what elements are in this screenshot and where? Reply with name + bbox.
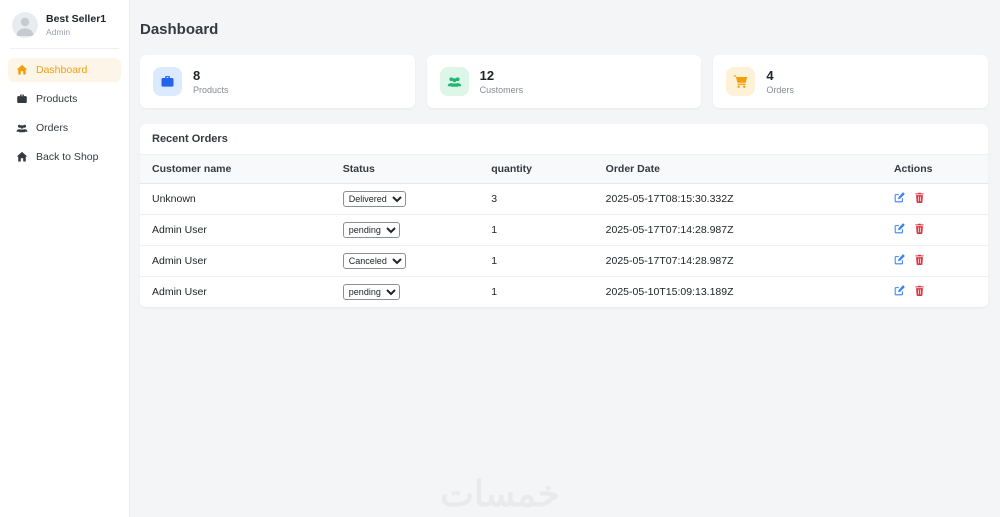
quantity-cell: 1 (479, 214, 594, 246)
edit-icon (894, 285, 905, 296)
status-select[interactable]: Delivered (342, 191, 406, 207)
sidebar: Best Seller1 Admin Dashboard Products Orde… (0, 0, 130, 517)
sidebar-item-label: Dashboard (36, 64, 88, 76)
edit-order-button[interactable] (894, 223, 905, 234)
trash-icon (914, 192, 925, 203)
sidebar-nav: Dashboard Products Orders Back to Shop (8, 58, 121, 169)
quantity-cell: 1 (491, 286, 498, 298)
order-date-cell: 2025-05-10T15:09:13.189Z (605, 286, 734, 298)
cart-icon (726, 67, 756, 96)
sidebar-item-products[interactable]: Products (8, 87, 121, 111)
stat-card-customers: 12 Customers (426, 55, 702, 108)
edit-icon (894, 223, 905, 234)
orders-table: Customer name Status quantity Order Date Act… (140, 155, 988, 307)
recent-orders-card: Recent Orders Customer name Status quantit… (140, 124, 988, 307)
status-select[interactable]: Canceled (342, 253, 406, 269)
sidebar-item-back-to-shop[interactable]: Back to Shop (8, 145, 121, 169)
user-name: Best Seller1 (46, 12, 107, 25)
order-date-cell: 2025-05-17T08:15:30.332Z (593, 183, 882, 215)
delete-order-button[interactable] (914, 254, 925, 265)
edit-order-button[interactable] (894, 254, 905, 265)
delete-order-button[interactable] (914, 192, 925, 203)
users-icon (16, 122, 28, 134)
column-header: Order Date (593, 155, 882, 184)
stat-cards-row: 8 Products 12 Customers 4 Orders (140, 55, 989, 108)
quantity-cell: 3 (479, 183, 594, 215)
trash-icon (914, 223, 925, 234)
user-block: Best Seller1 Admin (8, 12, 121, 48)
trash-icon (914, 285, 925, 296)
page-title: Dashboard (140, 21, 219, 38)
column-header: Actions (881, 155, 988, 184)
table-row: Admin User Canceled 1 2025-05-17T07:14:28.9… (140, 245, 988, 277)
sidebar-divider (10, 48, 119, 49)
sidebar-item-label: Products (36, 93, 78, 105)
table-row: Unknown Delivered 3 2025-05-17T08:15:30.332… (140, 183, 988, 215)
users-icon (439, 67, 469, 96)
customer-name-cell: Admin User (140, 214, 331, 246)
avatar (12, 12, 38, 38)
order-date-cell: 2025-05-17T07:14:28.987Z (593, 245, 882, 277)
table-row: Admin User pending 1 2025-05-17T07:14:28.98… (140, 214, 988, 246)
stat-label: Products (193, 85, 229, 96)
stat-label: Orders (766, 85, 794, 96)
customer-name-cell: Admin User (140, 245, 331, 277)
delete-order-button[interactable] (914, 223, 925, 234)
order-date-cell: 2025-05-17T07:14:28.987Z (593, 214, 882, 246)
user-role: Admin (46, 27, 71, 38)
stat-card-orders: 4 Orders (713, 55, 989, 108)
main-content: Dashboard 8 Products 12 Customers 4 Orders Re… (130, 0, 1000, 517)
stat-value: 8 (193, 67, 201, 83)
edit-icon (894, 254, 905, 265)
delete-order-button[interactable] (914, 285, 925, 296)
customer-name-cell: Unknown (140, 183, 331, 215)
status-select[interactable]: pending (342, 284, 400, 300)
trash-icon (914, 254, 925, 265)
edit-icon (894, 192, 905, 203)
sidebar-item-dashboard[interactable]: Dashboard (8, 58, 121, 82)
table-row: Admin User pending 1 2025-05-10T15:09:13.18… (140, 277, 988, 308)
briefcase-icon (153, 67, 182, 96)
column-header: Status (330, 155, 480, 184)
stat-value: 4 (766, 67, 774, 83)
column-header: quantity (479, 155, 594, 184)
stat-card-products: 8 Products (140, 55, 415, 108)
home-icon (16, 64, 28, 76)
sidebar-item-label: Back to Shop (36, 151, 99, 163)
briefcase-icon (16, 93, 28, 105)
stat-value: 12 (479, 67, 495, 83)
edit-order-button[interactable] (894, 285, 905, 296)
recent-orders-title: Recent Orders (140, 124, 988, 155)
customer-name-cell: Admin User (152, 286, 207, 298)
column-header: Customer name (140, 155, 331, 184)
sidebar-item-orders[interactable]: Orders (8, 116, 121, 140)
status-select[interactable]: pending (342, 222, 400, 238)
sidebar-item-label: Orders (36, 122, 69, 134)
home-icon (16, 151, 28, 163)
quantity-cell: 1 (479, 245, 594, 277)
edit-order-button[interactable] (894, 192, 905, 203)
stat-label: Customers (479, 85, 524, 96)
